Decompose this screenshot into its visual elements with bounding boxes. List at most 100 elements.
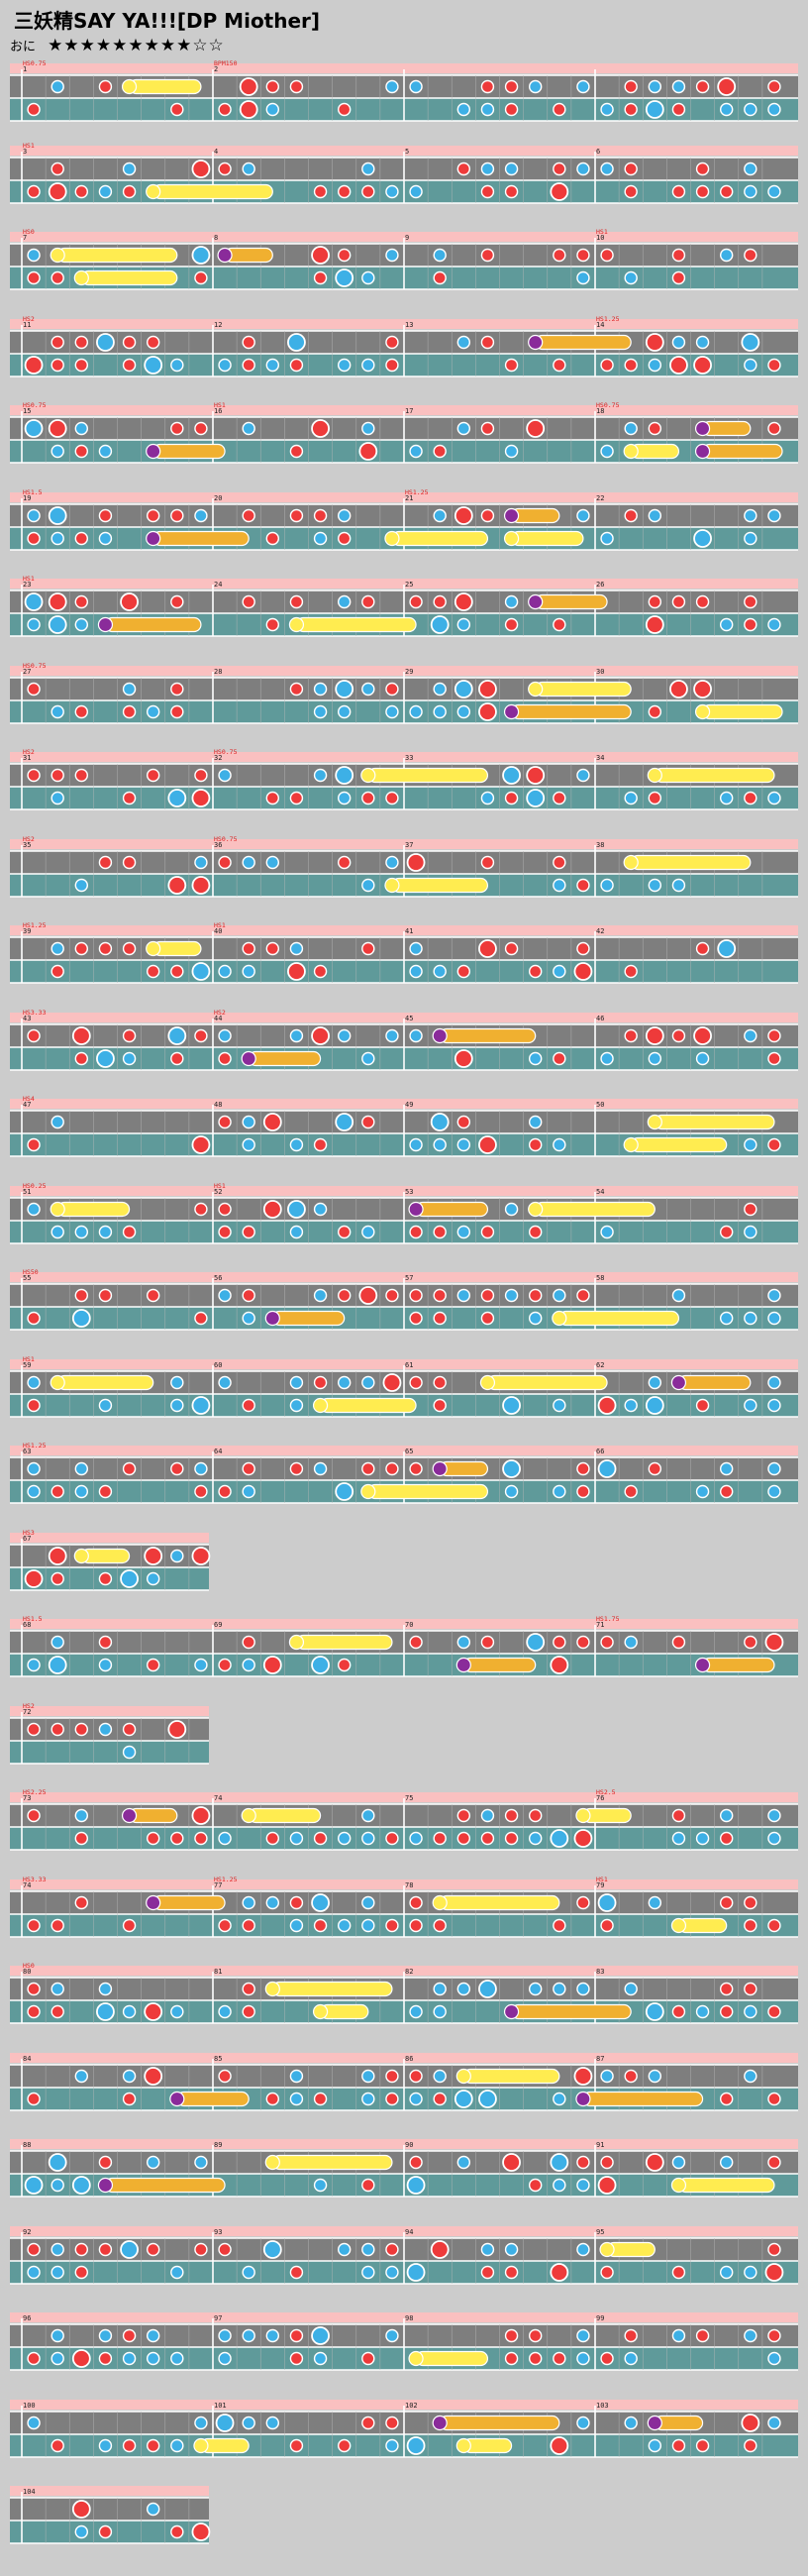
ka-note	[120, 2240, 139, 2259]
drumroll-head-icon	[432, 1894, 448, 1911]
don-note	[433, 1375, 447, 1390]
ka-note	[433, 682, 447, 697]
don-note	[695, 2328, 710, 2343]
measure-number: 70	[405, 1621, 413, 1629]
ka-note	[648, 1375, 662, 1390]
ka-note	[504, 594, 519, 609]
don-note	[361, 941, 375, 956]
ka-note	[767, 184, 781, 199]
drumroll-head-icon	[552, 1310, 567, 1327]
ka-note	[242, 2265, 255, 2280]
don-note	[767, 2092, 781, 2106]
ka-note	[744, 2328, 758, 2343]
don-note	[218, 2069, 232, 2084]
ka-note	[767, 1808, 781, 1823]
ka-note	[767, 1375, 781, 1390]
don-note	[385, 2415, 399, 2430]
measure-number: 28	[214, 668, 222, 676]
don-note	[478, 1135, 497, 1154]
don-note	[337, 1288, 352, 1303]
don-note	[361, 594, 375, 609]
don-note	[98, 1484, 113, 1499]
don-note	[385, 2242, 399, 2257]
don-note	[648, 791, 662, 805]
don-note	[218, 2242, 232, 2257]
don-note	[218, 1484, 232, 1499]
don-note	[74, 1288, 89, 1303]
ka-note	[337, 791, 352, 805]
measure-number: 13	[405, 321, 413, 329]
don-note	[144, 1547, 163, 1565]
speed-marker: HS1	[23, 142, 35, 150]
ka-note	[553, 964, 566, 979]
don-note	[48, 182, 67, 201]
ka-note	[122, 2069, 137, 2084]
drumroll-head-icon	[121, 78, 138, 95]
don-note	[744, 248, 758, 263]
drumroll-head-icon	[670, 2177, 687, 2194]
ka-note	[553, 878, 566, 893]
ka-note	[170, 1375, 184, 1390]
ka-note	[744, 2004, 758, 2019]
don-note	[553, 161, 566, 176]
balloon-note	[367, 767, 489, 784]
ka-note	[409, 2092, 423, 2106]
don-note	[553, 2351, 566, 2366]
don-note	[146, 2242, 160, 2257]
ka-note	[456, 1288, 471, 1303]
score-sheet: 1HS0.752BPM1503HS14 5 67HS08 9 10HS111HS212 1…	[10, 59, 798, 2544]
don-note	[122, 1028, 137, 1043]
don-note	[385, 1918, 399, 1933]
don-note	[194, 768, 208, 783]
ka-note	[218, 2351, 232, 2366]
don-note	[480, 2265, 495, 2280]
ka-note	[311, 2326, 330, 2345]
don-note	[767, 2328, 781, 2343]
ka-note	[122, 1745, 137, 1760]
don-note	[50, 270, 64, 285]
don-note	[504, 79, 519, 94]
measure-number: 41	[405, 927, 413, 935]
chart-row: 92 93 94 95	[10, 2226, 798, 2285]
ka-note	[480, 161, 495, 176]
chart-row: 39HS1.2540HS141 42	[10, 921, 798, 984]
don-note	[170, 682, 184, 697]
don-note	[313, 2092, 328, 2106]
don-note	[624, 508, 638, 523]
don-note	[478, 939, 497, 958]
ka-note	[456, 1225, 471, 1239]
ka-note	[478, 1980, 497, 1998]
don-note	[239, 100, 258, 119]
don-note	[27, 184, 41, 199]
ka-note	[671, 335, 686, 350]
balloon-note	[462, 2068, 560, 2085]
ka-note	[361, 358, 375, 373]
don-note	[624, 102, 638, 117]
don-note	[98, 79, 113, 94]
don-note	[648, 594, 662, 609]
ka-note	[719, 1311, 734, 1326]
don-note	[454, 1049, 473, 1068]
ka-note	[194, 508, 208, 523]
don-note	[265, 531, 280, 546]
don-note	[242, 1225, 255, 1239]
speed-marker: HS1.25	[23, 921, 47, 929]
ka-note	[122, 682, 137, 697]
ka-note	[767, 791, 781, 805]
don-note	[289, 1895, 304, 1910]
don-note	[671, 2438, 686, 2453]
ka-note	[576, 2242, 590, 2257]
ka-note	[218, 1288, 232, 1303]
speed-marker: HS1.25	[596, 315, 620, 323]
measure-number: 98	[405, 2314, 413, 2322]
ka-note	[361, 1808, 375, 1823]
don-note	[528, 1288, 543, 1303]
ka-note	[693, 529, 712, 548]
don-note	[289, 2328, 304, 2343]
don-note	[74, 1831, 89, 1846]
ka-note	[550, 1829, 569, 1848]
don-note	[98, 1571, 113, 1586]
don-note	[480, 335, 495, 350]
don-note	[576, 2155, 590, 2170]
chart-row: 74HS3.3377HS1.2578 79HS1	[10, 1876, 798, 1938]
